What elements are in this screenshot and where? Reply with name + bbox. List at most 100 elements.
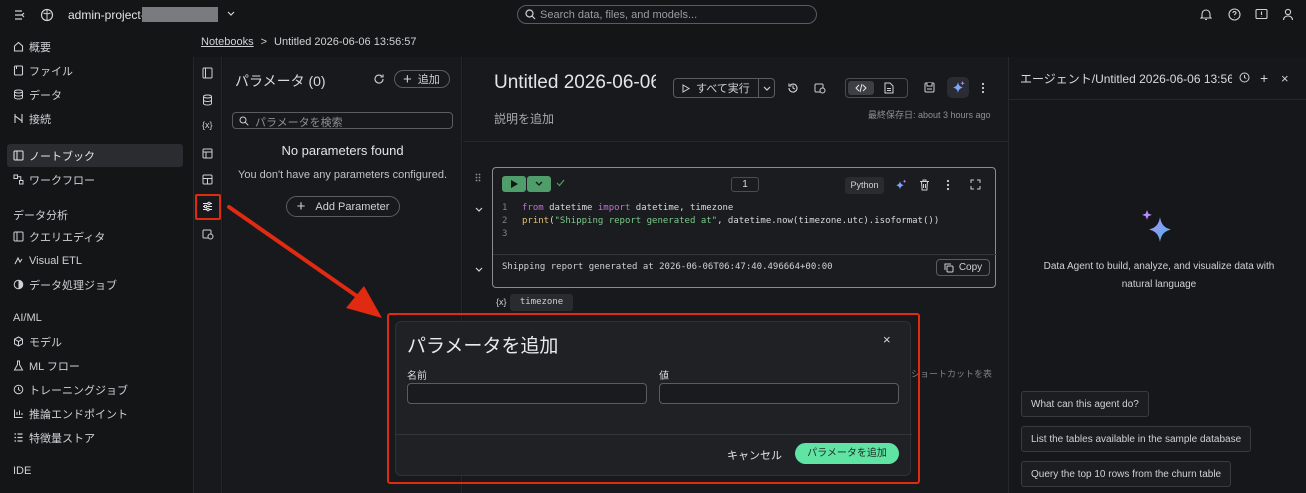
search-icon [239, 116, 249, 126]
help-icon[interactable] [1228, 8, 1241, 21]
code-token: import [597, 203, 631, 213]
collapse-output-chevron-icon[interactable] [475, 267, 483, 273]
schedule-icon[interactable] [202, 228, 214, 240]
language-selector[interactable]: Python [845, 177, 884, 194]
more-options-icon[interactable] [981, 82, 985, 94]
code-cell[interactable]: 1 Python 1 from datetime import datetime,… [492, 167, 997, 288]
empty-state-subtitle: You don't have any parameters configured… [238, 169, 447, 181]
notebook-panel-icon[interactable] [202, 67, 213, 79]
code-icon [855, 83, 867, 93]
search-icon [525, 9, 536, 20]
sidebar-item-label: Visual ETL [29, 254, 82, 267]
drag-handle-icon[interactable] [475, 173, 481, 182]
line-number: 3 [502, 229, 508, 239]
run-cell-button[interactable] [502, 176, 526, 192]
feedback-icon[interactable] [1255, 8, 1268, 21]
user-icon[interactable] [1282, 8, 1294, 21]
suggestion-chip[interactable]: List the tables available in the sample … [1021, 426, 1252, 452]
agent-title: エージェント/Untitled 2026-06-06 13:56:57 [1020, 72, 1232, 86]
bell-icon[interactable] [1200, 8, 1212, 21]
sidebar-toggle-icon[interactable] [14, 9, 26, 21]
code-token: print [522, 216, 550, 226]
chevron-down-icon[interactable] [227, 11, 235, 17]
sidebar-item-data[interactable]: データ [7, 83, 183, 106]
sidebar-item-ml-flow[interactable]: ML フロー [7, 354, 183, 377]
divider [1009, 99, 1306, 100]
history-icon[interactable] [787, 82, 799, 94]
home-icon [13, 41, 24, 52]
sidebar-item-files[interactable]: ファイル [7, 59, 183, 82]
expand-icon[interactable] [970, 179, 981, 190]
code-token: , datetime.now(timezone.utc).isoformat()… [717, 216, 940, 226]
collapse-code-chevron-icon[interactable] [475, 207, 483, 213]
run-all-button[interactable]: すべて実行 [673, 78, 775, 98]
sidebar-item-notebooks[interactable]: ノートブック [7, 144, 183, 167]
notebook-title[interactable]: Untitled 2026-06-06 13:56:57 [494, 72, 656, 94]
logo-icon[interactable] [40, 8, 54, 22]
file-icon [13, 65, 24, 76]
description-input[interactable]: 説明を追加 [494, 110, 554, 127]
code-token: "Shipping report generated at" [554, 216, 718, 226]
copy-output-button[interactable]: Copy [936, 259, 990, 276]
database-icon[interactable] [202, 94, 213, 106]
ai-sparkle-icon[interactable] [894, 179, 907, 192]
sidebar-item-feature-store[interactable]: 特徴量ストア [7, 426, 183, 449]
suggestion-chip[interactable]: Query the top 10 rows from the churn tab… [1021, 461, 1232, 487]
sidebar-item-endpoints[interactable]: 推論エンドポイント [7, 402, 183, 425]
sidebar-item-models[interactable]: モデル [7, 330, 183, 353]
search-placeholder: Search data, files, and models... [540, 9, 698, 21]
sidebar-item-label: 接続 [29, 113, 51, 126]
sidebar-item-connections[interactable]: 接続 [7, 107, 183, 130]
chevron-down-icon[interactable] [763, 86, 771, 92]
close-icon[interactable]: × [1281, 71, 1289, 86]
sidebar-item-overview[interactable]: 概要 [7, 35, 183, 58]
sidebar-item-data-jobs[interactable]: データ処理ジョブ [7, 273, 183, 296]
ai-assist-icon[interactable] [947, 77, 969, 98]
shortcut-hint: ショートカットを表 [911, 369, 993, 379]
database-icon [14, 89, 23, 100]
parameter-search-input[interactable]: パラメータを検索 [232, 112, 453, 129]
schedule-icon[interactable] [814, 82, 826, 94]
package-icon[interactable] [202, 174, 213, 185]
code-token: datetime [543, 203, 598, 213]
run-all-label: すべて実行 [696, 83, 750, 95]
sidebar-item-label: データ処理ジョブ [29, 279, 117, 292]
parameter-search-placeholder: パラメータを検索 [255, 117, 343, 129]
agent-tagline: Data Agent to build, analyze, and visual… [1043, 261, 1275, 290]
redacted-project-id [142, 7, 218, 22]
cell-more-icon[interactable] [946, 179, 950, 191]
run-options-button[interactable] [527, 176, 551, 192]
history-icon[interactable] [1239, 72, 1250, 83]
code-token: from [522, 203, 544, 213]
sidebar-item-label: トレーニングジョブ [29, 384, 128, 397]
add-parameter-header-button[interactable]: + 追加 [394, 70, 450, 88]
delete-icon[interactable] [919, 179, 930, 191]
plus-icon: + [403, 70, 412, 88]
feature-store-icon [14, 433, 23, 442]
table-icon[interactable] [202, 148, 213, 159]
data-job-icon [13, 279, 24, 290]
view-mode-toggle[interactable] [845, 78, 908, 98]
sidebar-item-workflows[interactable]: ワークフロー [7, 168, 183, 191]
sidebar-item-training-jobs[interactable]: トレーニングジョブ [7, 378, 183, 401]
suggestion-chip[interactable]: What can this agent do? [1021, 391, 1149, 417]
project-name[interactable]: admin-project- [68, 8, 145, 22]
model-icon [14, 336, 23, 347]
execution-count: 1 [731, 177, 759, 192]
sidebar-item-query-editor[interactable]: クエリエディタ [7, 225, 183, 248]
code-editor[interactable]: 1 from datetime import datetime, timezone… [502, 202, 939, 241]
breadcrumb-notebooks-link[interactable]: Notebooks [201, 36, 254, 48]
variable-chip[interactable]: timezone [510, 294, 573, 311]
new-chat-icon[interactable]: + [1260, 70, 1268, 86]
copy-icon [944, 263, 954, 272]
refresh-icon[interactable] [373, 73, 385, 85]
code-token: datetime, timezone [630, 203, 734, 213]
code-view-toggle[interactable] [848, 81, 874, 95]
save-icon[interactable] [924, 82, 935, 93]
cell-output: Shipping report generated at 2026-06-06T… [502, 262, 833, 272]
document-view-icon[interactable] [884, 82, 894, 94]
variables-icon[interactable]: {x} [202, 120, 213, 130]
global-search-input[interactable]: Search data, files, and models... [517, 5, 817, 24]
sidebar-item-label: 特徴量ストア [29, 432, 95, 445]
sidebar-item-visual-etl[interactable]: Visual ETL [7, 249, 183, 272]
